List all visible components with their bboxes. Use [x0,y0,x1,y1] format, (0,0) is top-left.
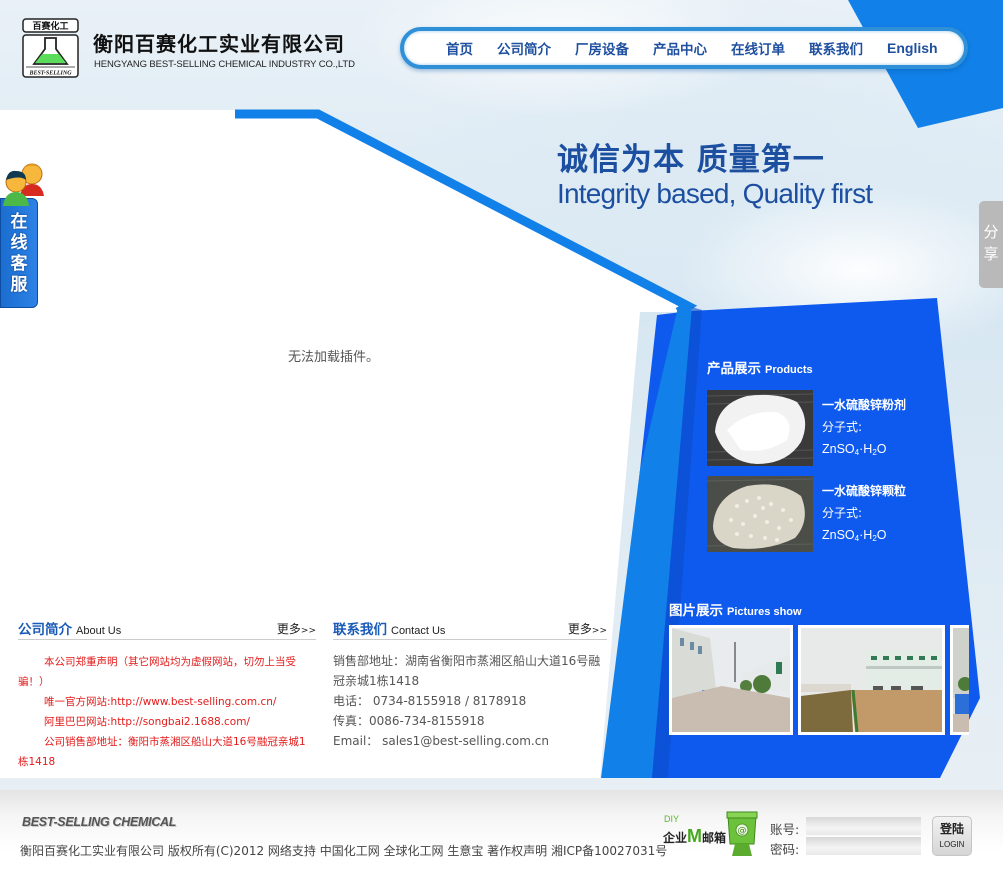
enterprise-mail-logo: DIY 企业M邮箱 @ [663,810,763,856]
footer-brand: BEST-SELLING CHEMICAL [22,815,177,829]
contact-phone: 电话： 0734-8155918 / 8178918 [333,694,527,708]
contact-content: 销售部地址：湖南省衡阳市蒸湘区船山大道16号融冠亲城1栋1418 电话： 073… [333,651,608,751]
contact-address: 销售部地址：湖南省衡阳市蒸湘区船山大道16号融冠亲城1栋1418 [333,654,601,688]
product-item[interactable]: 一水硫酸锌颗粒 分子式: ZnSO4·H2O [707,476,927,552]
more-arrows-icon: >> [300,626,316,636]
nav-contact[interactable]: 联系我们 [809,38,863,58]
footer: BEST-SELLING CHEMICAL 衡阳百赛化工实业有限公司 版权所有(… [0,790,1003,893]
login-label-en: LOGIN [939,840,965,849]
nav-products[interactable]: 产品中心 [653,38,707,58]
product-info: 一水硫酸锌粉剂 分子式: ZnSO4·H2O [822,394,906,464]
slogan-en: Integrity based, Quality first [557,178,873,209]
pictures-title-en: Pictures show [727,606,802,618]
company-logo[interactable]: 百赛化工 BEST-SELLING [22,18,79,78]
plugin-error-message: 无法加载插件。 [288,350,380,365]
picture-item[interactable] [798,625,945,735]
about-more-link[interactable]: 更多>> [277,620,316,637]
svg-text:百赛化工: 百赛化工 [32,20,68,32]
login-button[interactable]: 登陆 LOGIN [932,816,972,856]
share-label: 分享 [983,223,999,263]
product-item[interactable]: 一水硫酸锌粉剂 分子式: ZnSO4·H2O [707,390,927,466]
online-service-tab[interactable]: 在线客服 [0,160,44,308]
account-label: 账号: [770,822,800,837]
nav-english[interactable]: English [887,40,938,56]
about-section-header: 公司简介 About Us 更多>> [18,618,316,640]
product-info: 一水硫酸锌颗粒 分子式: ZnSO4·H2O [822,480,906,550]
slogan-cn: 诚信为本 质量第一 [557,142,825,178]
picture-item[interactable] [669,625,793,735]
contact-more-link[interactable]: 更多>> [568,620,607,637]
products-title-en: Products [765,364,813,376]
support-people-icon [3,163,44,206]
company-name-en: HENGYANG BEST-SELLING CHEMICAL INDUSTRY … [94,59,355,70]
picture-item[interactable] [950,625,969,735]
online-service-label: 在线客服 [10,212,28,295]
product-formula-label: 分子式: [822,420,863,434]
notice-line: 本公司郑重声明（其它网站均为虚假网站，切勿上当受骗！） [18,656,296,688]
footer-copyright: 衡阳百赛化工实业有限公司 版权所有(C)2012 网络支持 中国化工网 全球化工… [20,844,668,858]
mail-title: 企业M邮箱 [663,826,726,847]
account-input[interactable] [806,817,921,835]
products-title-cn: 产品展示 [707,361,761,377]
product-name[interactable]: 一水硫酸锌粉剂 [822,394,906,416]
mailbox-icon: @ [726,811,758,856]
products-section-title: 产品展示 Products [707,357,813,377]
contact-title-en: Contact Us [391,625,446,637]
svg-text:@: @ [738,826,747,836]
about-title-cn: 公司简介 [18,622,72,638]
share-tab[interactable]: 分享 [979,201,1003,288]
product-formula: ZnSO4·H2O [822,442,887,457]
mail-title-m: M [687,826,703,846]
contact-section-header: 联系我们 Contact Us 更多>> [333,618,607,640]
login-label-cn: 登陆 [939,822,964,836]
svg-text:BEST-SELLING: BEST-SELLING [28,71,72,77]
product-formula: ZnSO4·H2O [822,528,887,543]
about-more-label: 更多 [276,622,301,636]
password-label: 密码: [770,842,800,857]
mail-title-pre: 企业 [663,831,688,845]
pictures-section-title: 图片展示 Pictures show [669,599,802,619]
mail-diy-label: DIY [664,814,680,824]
contact-fax: 传真：0086-734-8155918 [333,714,485,728]
contact-title-cn: 联系我们 [333,622,387,638]
product-name[interactable]: 一水硫酸锌颗粒 [822,480,906,502]
pictures-carousel [669,625,969,735]
alibaba-site-line[interactable]: 阿里巴巴网站:http://songbai2.1688.com/ [18,712,316,732]
password-input[interactable] [806,837,921,855]
official-site-line[interactable]: 唯一官方网站:http://www.best-selling.com.cn/ [18,692,316,712]
about-title-en: About Us [76,625,122,637]
product-image[interactable] [707,476,813,552]
contact-email[interactable]: Email： sales1@best-selling.com.cn [333,731,608,751]
mail-title-post: 邮箱 [702,831,727,845]
sales-address-line: 公司销售部地址：衡阳市蒸湘区船山大道16号融冠亲城1栋1418 [18,736,306,768]
nav-online-order[interactable]: 在线订单 [731,38,785,58]
company-name-cn: 衡阳百赛化工实业有限公司 [93,32,345,56]
contact-more-label: 更多 [567,622,592,636]
about-content: 本公司郑重声明（其它网站均为虚假网站，切勿上当受骗！） 唯一官方网站:http:… [18,652,316,772]
product-formula-label: 分子式: [822,506,863,520]
pictures-title-cn: 图片展示 [669,603,723,619]
nav-home[interactable]: 首页 [446,38,473,58]
nav-facilities[interactable]: 厂房设备 [575,38,629,58]
more-arrows-icon: >> [591,626,607,636]
product-image[interactable] [707,390,813,466]
main-nav: 首页 公司简介 厂房设备 产品中心 在线订单 联系我们 English [400,27,968,69]
nav-about[interactable]: 公司简介 [497,38,551,58]
